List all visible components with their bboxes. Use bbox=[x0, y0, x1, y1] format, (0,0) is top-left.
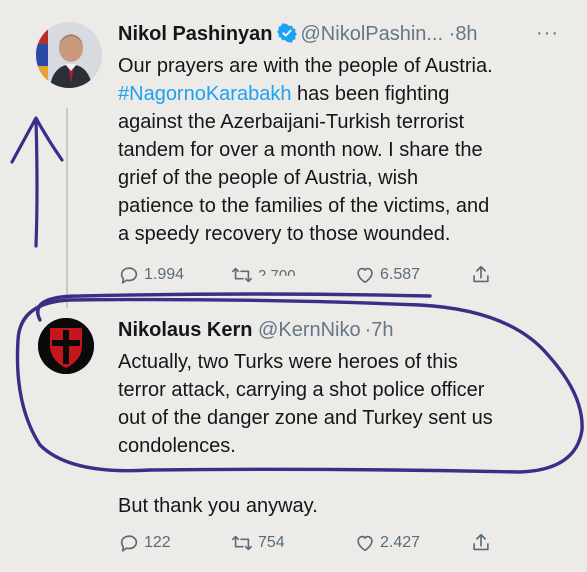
more-icon[interactable]: ··· bbox=[536, 22, 559, 45]
tweet1-text: Our prayers are with the people of Austr… bbox=[118, 52, 578, 248]
tweet2-author-name[interactable]: Nikolaus Kern bbox=[118, 319, 252, 341]
tweet1-retweet-button[interactable]: 2.700 bbox=[230, 264, 296, 286]
tweet2-retweet-button[interactable]: 754 bbox=[230, 532, 285, 554]
tweet1-hashtag-link[interactable]: #NagornoKarabakh bbox=[118, 83, 291, 105]
tweet1-reply-button[interactable]: 1.994 bbox=[118, 264, 184, 286]
tweet1-text-line1: Our prayers are with the people of Austr… bbox=[118, 55, 493, 77]
tweet2-like-count: 2.427 bbox=[380, 534, 421, 551]
tweet1-time[interactable]: 8h bbox=[455, 23, 477, 45]
retweet-icon bbox=[230, 532, 254, 554]
tweet1-like-button[interactable]: 6.587 bbox=[354, 264, 420, 286]
tweet1-like-count: 6.587 bbox=[380, 266, 421, 283]
tweet1-header: Nikol Pashinyan @NikolPashin... ·8h bbox=[118, 22, 478, 49]
tweet1-handle[interactable]: @NikolPashin... bbox=[301, 23, 444, 45]
tweet1-share-button[interactable] bbox=[470, 264, 492, 286]
avatar-nikolaus-kern[interactable] bbox=[38, 318, 94, 374]
tweet2-reply-button[interactable]: 122 bbox=[118, 532, 171, 554]
share-icon bbox=[470, 532, 492, 554]
share-icon bbox=[470, 264, 492, 286]
like-icon bbox=[354, 264, 376, 286]
hand-drawn-arrow-up bbox=[10, 116, 64, 248]
tweet2-actions: 122 754 2.427 bbox=[118, 532, 558, 558]
tweet2-retweet-count: 754 bbox=[258, 534, 285, 551]
reply-icon bbox=[118, 532, 140, 554]
verified-badge-icon bbox=[276, 23, 297, 49]
tweet2-header: Nikolaus Kern @KernNiko ·7h bbox=[118, 318, 394, 342]
tweet2-text-followup: But thank you anyway. bbox=[118, 495, 318, 517]
tweet2-reply-count: 122 bbox=[144, 534, 171, 551]
thread-connector-line bbox=[66, 108, 68, 308]
retweet-icon bbox=[230, 264, 254, 286]
tweet-thread-screenshot: Nikol Pashinyan @NikolPashin... ·8h ··· O… bbox=[0, 0, 587, 572]
tweet2-text: Actually, two Turks were heroes of this … bbox=[118, 351, 493, 457]
tweet1-author-name[interactable]: Nikol Pashinyan bbox=[118, 23, 273, 45]
tweet1-reply-count: 1.994 bbox=[144, 266, 185, 283]
tweet2-handle[interactable]: @KernNiko bbox=[258, 319, 361, 341]
reply-icon bbox=[118, 264, 140, 286]
like-icon bbox=[354, 532, 376, 554]
tweet2-like-button[interactable]: 2.427 bbox=[354, 532, 420, 554]
tweet1-actions: 1.994 2.700 6.587 bbox=[118, 264, 558, 290]
tweet2-time[interactable]: 7h bbox=[371, 319, 393, 341]
tweet1-text-rest: has been fighting against the Azerbaijan… bbox=[118, 83, 490, 245]
avatar-nikol-pashinyan[interactable] bbox=[36, 22, 102, 88]
tweet2-share-button[interactable] bbox=[470, 532, 492, 554]
tweet1-retweet-count: 2.700 bbox=[258, 266, 296, 284]
